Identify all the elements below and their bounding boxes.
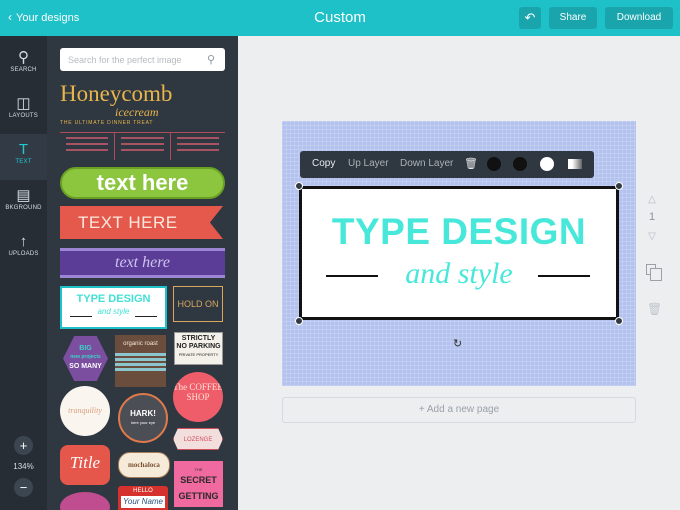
honeycomb-subtitle: icecream xyxy=(115,105,159,119)
upload-icon: ↑ xyxy=(19,233,28,250)
headline-text[interactable]: TYPE DESIGN xyxy=(302,211,616,253)
type-design-title: TYPE DESIGN xyxy=(76,293,151,305)
rail-label: UPLOADS xyxy=(8,251,39,257)
rail-background[interactable]: ▤ BKGROUND xyxy=(0,180,47,226)
rail-label: TEXT xyxy=(15,159,32,165)
rail-text[interactable]: T TEXT xyxy=(0,134,47,180)
element-context-menu: Copy Up Layer Down Layer 🗑 xyxy=(300,151,594,178)
your-name-text: Your Name xyxy=(121,496,165,508)
delete-page-icon[interactable]: 🗑 xyxy=(647,302,662,316)
strictly-text: STRICTLY xyxy=(181,335,216,342)
getting-text: GETTING xyxy=(178,491,219,501)
honeycomb-columns xyxy=(60,132,225,160)
layouts-icon: ◫ xyxy=(16,95,31,112)
transparency-icon[interactable] xyxy=(568,159,582,169)
color-swatch-black-2[interactable] xyxy=(513,157,527,171)
right-rule xyxy=(538,275,590,277)
resize-handle-bottom-right[interactable] xyxy=(615,317,623,325)
honeycomb-template[interactable]: Honeycomb icecream THE ULTIMATE DINNER T… xyxy=(60,82,225,160)
title-badge-template[interactable]: Title xyxy=(60,445,110,485)
purple-oval-template[interactable] xyxy=(60,492,110,510)
honeycomb-title: Honeycomb xyxy=(60,82,173,106)
down-layer-button[interactable]: Down Layer xyxy=(400,158,453,169)
no-parking-template[interactable]: STRICTLY NO PARKING PRIVATE PROPERTY xyxy=(174,332,223,365)
search-icon: ⚲ xyxy=(207,54,216,66)
tool-rail: ⚲ SEARCH ◫ LAYOUTS T TEXT ▤ BKGROUND ↑ U… xyxy=(0,36,47,510)
color-swatch-black[interactable] xyxy=(487,157,501,171)
undo-icon: ↶ xyxy=(524,10,536,25)
secret-the: THE xyxy=(194,467,203,472)
lozenge-template[interactable]: LOZENGE xyxy=(173,428,223,450)
organic-roast-template[interactable]: organic roast xyxy=(115,335,166,387)
script-text[interactable]: and style xyxy=(302,257,616,291)
rail-search[interactable]: ⚲ SEARCH xyxy=(0,42,47,88)
page-down-icon[interactable]: ▽ xyxy=(644,231,660,242)
duplicate-page-icon[interactable] xyxy=(646,264,662,281)
big-text: BIG xyxy=(79,345,92,352)
back-to-designs-link[interactable]: ‹ Your designs xyxy=(8,10,79,24)
add-new-page-button[interactable]: + Add a new page xyxy=(282,397,636,423)
red-ribbon-text: TEXT HERE xyxy=(60,206,223,239)
page-number: 1 xyxy=(648,211,656,223)
coffee-shop-template[interactable]: The COFFEE SHOP xyxy=(173,372,223,422)
secret-text: SECRET xyxy=(180,475,217,485)
tranquility-template[interactable]: tranquility xyxy=(60,386,110,436)
hark-text: HARK! xyxy=(130,409,156,418)
secret-template[interactable]: THE SECRET GETTING xyxy=(174,461,223,507)
share-button[interactable]: Share xyxy=(549,7,597,29)
zoom-level: 134% xyxy=(13,462,34,471)
hark-template[interactable]: HARK! here your eye xyxy=(118,393,168,443)
resize-handle-bottom-left[interactable] xyxy=(295,317,303,325)
back-label: Your designs xyxy=(16,12,80,24)
zoom-in-button[interactable]: + xyxy=(14,436,33,455)
page-up-icon[interactable]: △ xyxy=(644,194,660,205)
hold-on-template[interactable]: HOLD ON xyxy=(173,286,223,322)
trash-icon[interactable]: 🗑 xyxy=(464,157,478,170)
private-property-text: PRIVATE PROPERTY xyxy=(178,352,219,357)
rail-layouts[interactable]: ◫ LAYOUTS xyxy=(0,88,47,134)
background-icon: ▤ xyxy=(16,187,31,204)
mochaloca-template[interactable]: mochaloca xyxy=(118,452,170,478)
type-design-sub: and style xyxy=(97,307,130,316)
image-search-input[interactable] xyxy=(60,48,225,71)
so-many-text: SO MANY xyxy=(69,363,102,370)
no-parking-text: NO PARKING xyxy=(176,343,221,350)
green-text-template[interactable]: text here xyxy=(60,167,225,199)
color-swatch-white[interactable] xyxy=(540,157,554,171)
hark-sub: here your eye xyxy=(130,420,156,425)
top-bar: ‹ Your designs Custom ↶ Share Download xyxy=(0,0,680,36)
rotate-icon[interactable]: ↻ xyxy=(453,337,462,350)
zoom-out-button[interactable]: − xyxy=(14,478,33,497)
rail-label: LAYOUTS xyxy=(9,113,38,119)
divider-line xyxy=(70,316,92,317)
rail-label: BKGROUND xyxy=(5,205,42,211)
download-button[interactable]: Download xyxy=(605,7,673,29)
purple-text-template[interactable]: text here xyxy=(60,248,225,278)
type-design-template[interactable]: TYPE DESIGN and style xyxy=(60,286,167,329)
resize-handle-top-right[interactable] xyxy=(615,182,623,190)
selected-text-element[interactable]: TYPE DESIGN and style xyxy=(299,186,619,320)
chevron-left-icon: ‹ xyxy=(8,10,12,24)
up-layer-button[interactable]: Up Layer xyxy=(348,158,389,169)
red-ribbon-template[interactable]: TEXT HERE xyxy=(60,206,223,239)
rail-uploads[interactable]: ↑ UPLOADS xyxy=(0,226,47,272)
resize-handle-top-left[interactable] xyxy=(295,182,303,190)
big-so-many-template[interactable]: BIG new projects SO MANY xyxy=(63,336,108,381)
rail-label: SEARCH xyxy=(10,67,37,73)
roast-text: organic roast xyxy=(123,341,158,347)
stripes xyxy=(115,353,166,373)
hello-name-template[interactable]: HELLO Your Name xyxy=(118,486,168,510)
divider-line xyxy=(135,316,157,317)
search-icon: ⚲ xyxy=(18,49,29,66)
text-icon: T xyxy=(18,141,29,158)
copy-button[interactable]: Copy xyxy=(312,158,335,169)
undo-button[interactable]: ↶ xyxy=(519,7,541,29)
honeycomb-tagline: THE ULTIMATE DINNER TREAT xyxy=(60,120,154,126)
text-panel: ⚲ Honeycomb icecream THE ULTIMATE DINNER… xyxy=(47,36,238,510)
hello-text: HELLO xyxy=(133,488,153,494)
